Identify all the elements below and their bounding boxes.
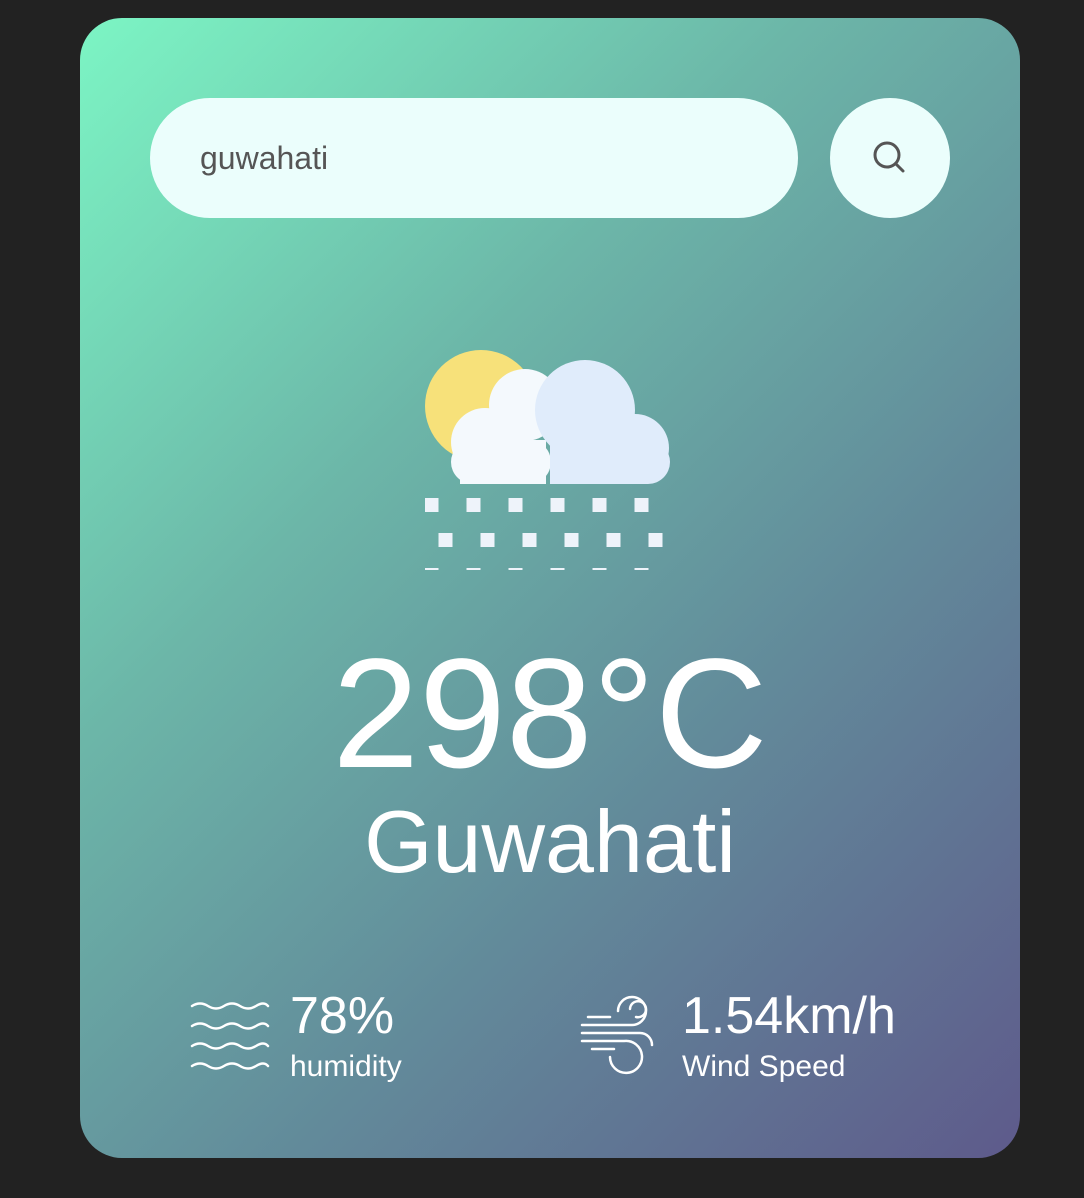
search-input[interactable] <box>150 98 798 218</box>
wind-speed-label: Wind Speed <box>682 1049 846 1083</box>
search-icon <box>873 141 905 173</box>
temperature: 298°C <box>332 627 768 801</box>
humidity-label: humidity <box>290 1049 402 1083</box>
city-name: Guwahati <box>364 792 736 891</box>
search-button[interactable] <box>830 98 950 218</box>
weather-card: 298°C Guwahati 78% humidity <box>80 18 1020 1158</box>
wind-icon <box>580 995 654 1075</box>
wind-speed-value: 1.54km/h <box>682 986 896 1045</box>
humidity-value: 78% <box>290 986 395 1045</box>
humidity-waves-icon <box>190 1002 270 1070</box>
rain-cloud-sun-icon <box>425 350 670 570</box>
humidity-stat: 78% humidity <box>190 986 402 1086</box>
wind-stat: 1.54km/h Wind Speed <box>580 986 896 1086</box>
